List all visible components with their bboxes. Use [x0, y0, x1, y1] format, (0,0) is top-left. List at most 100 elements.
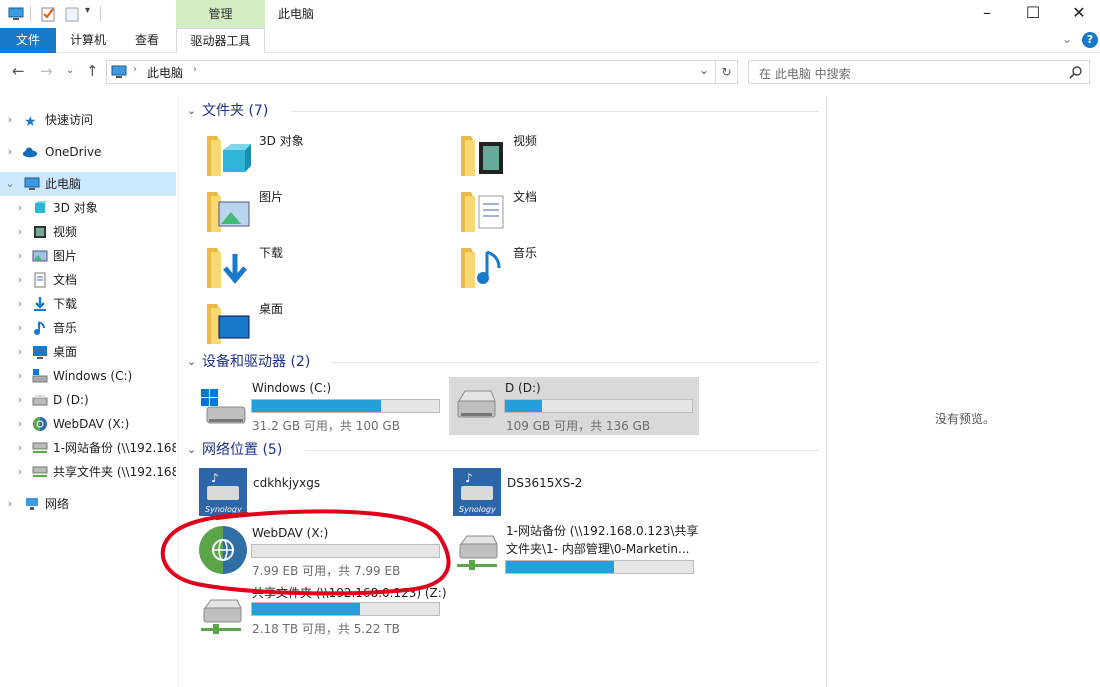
chevron-right-icon[interactable]: › [14, 268, 26, 292]
chevron-right-icon[interactable]: › [14, 388, 26, 412]
netloc-ds3615xs-2[interactable]: ♪ Synology DS3615XS-2 [453, 468, 693, 518]
drive-tile-c[interactable]: Windows (C:) 31.2 GB 可用，共 100 GB [197, 377, 447, 435]
drive-usage-bar [505, 560, 694, 574]
nav-item-pictures[interactable]: › 图片 [0, 244, 176, 268]
address-dropdown-icon[interactable]: ⌄ [699, 63, 709, 77]
nav-item-shared-folder[interactable]: › 共享文件夹 (\\192.168 [0, 460, 176, 484]
folder-desktop[interactable]: 桌面 [205, 298, 445, 348]
chevron-right-icon[interactable]: › [14, 316, 26, 340]
drive-usage-bar [251, 602, 440, 616]
netloc-website-backup[interactable]: 1-网站备份 (\\192.168.0.123\共享 文件夹\1- 内部管理\0… [453, 522, 703, 580]
nav-item-documents[interactable]: › 文档 [0, 268, 176, 292]
nav-item-videos[interactable]: › 视频 [0, 220, 176, 244]
nav-this-pc[interactable]: ⌄ 此电脑 [0, 172, 176, 196]
maximize-button[interactable]: ☐ [1010, 0, 1056, 28]
preview-pane: 没有预览。 [826, 96, 1100, 687]
synology-nas-icon: ♪ Synology [453, 468, 501, 516]
chevron-down-icon[interactable]: ⌄ [187, 104, 196, 117]
forward-button[interactable]: → [40, 62, 53, 80]
refresh-button[interactable]: ↻ [716, 60, 738, 84]
video-icon [479, 142, 503, 174]
nav-item-3d-objects[interactable]: › 3D 对象 [0, 196, 176, 220]
properties-icon[interactable] [40, 6, 56, 22]
minimize-button[interactable]: – [964, 0, 1010, 28]
drive-free-space: 109 GB 可用，共 136 GB [506, 419, 651, 433]
synology-logo-text: Synology [205, 505, 242, 514]
new-folder-icon[interactable] [64, 6, 80, 22]
help-icon[interactable]: ? [1082, 32, 1098, 48]
folder-videos[interactable]: 视频 [459, 130, 699, 180]
nav-item-d-drive[interactable]: › D (D:) [0, 388, 176, 412]
chevron-down-icon[interactable]: ⌄ [187, 443, 196, 456]
tab-drive-tools[interactable]: 驱动器工具 [176, 28, 265, 53]
nav-item-music[interactable]: › 音乐 [0, 316, 176, 340]
svg-text:♪: ♪ [211, 471, 219, 485]
breadcrumb-this-pc[interactable]: 此电脑 [147, 64, 183, 81]
search-icon[interactable] [1069, 65, 1083, 79]
recent-locations-icon[interactable]: ⌄ [66, 65, 74, 76]
drive-usage-bar [251, 544, 440, 558]
nav-item-webdav-x[interactable]: › WebDAV (X:) [0, 412, 176, 436]
network-drive-icon [32, 442, 48, 453]
group-header-devices[interactable]: ⌄ 设备和驱动器 (2) [187, 351, 819, 373]
navigation-pane: › ★ 快速访问 › OneDrive ⌄ 此电脑 › 3D 对象 › 视频 › 图片 › 文… [0, 96, 178, 687]
folder-pictures[interactable]: 图片 [205, 186, 445, 236]
nav-item-windows-c[interactable]: › Windows (C:) [0, 364, 176, 388]
chevron-right-icon[interactable]: › [14, 220, 26, 244]
chevron-right-icon[interactable]: › [4, 108, 16, 132]
back-button[interactable]: ← [12, 62, 25, 80]
context-tab-manage[interactable]: 管理 [176, 0, 265, 28]
up-button[interactable]: ↑ [86, 62, 99, 80]
nav-network[interactable]: › 网络 [0, 492, 176, 516]
breadcrumb-separator-icon[interactable]: › [193, 64, 197, 75]
search-input[interactable]: 在 此电脑 中搜索 [748, 60, 1090, 84]
chevron-right-icon[interactable]: › [14, 364, 26, 388]
chevron-down-icon[interactable]: ⌄ [4, 172, 16, 196]
chevron-right-icon[interactable]: › [14, 196, 26, 220]
chevron-right-icon[interactable]: › [14, 292, 26, 316]
tab-computer[interactable]: 计算机 [58, 28, 118, 53]
windows-drive-icon [201, 389, 246, 424]
group-header-folders[interactable]: ⌄ 文件夹 (7) [187, 100, 819, 122]
chevron-right-icon[interactable]: › [4, 140, 16, 164]
chevron-down-icon[interactable]: ⌄ [187, 355, 196, 368]
drive-name: D (D:) [505, 381, 541, 395]
drive-name: Windows (C:) [252, 381, 332, 395]
close-button[interactable]: ✕ [1056, 0, 1100, 28]
folder-downloads[interactable]: 下载 [205, 242, 445, 292]
preview-empty-text: 没有预览。 [935, 412, 996, 426]
chevron-right-icon[interactable]: › [14, 340, 26, 364]
tab-view[interactable]: 查看 [120, 28, 174, 53]
cloud-icon [22, 147, 38, 158]
group-header-network[interactable]: ⌄ 网络位置 (5) [187, 439, 819, 461]
nav-item-downloads[interactable]: › 下载 [0, 292, 176, 316]
drive-name-line2: 文件夹\1- 内部管理\0-Marketin... [506, 542, 690, 556]
folder-3d-objects[interactable]: 3D 对象 [205, 130, 445, 180]
customize-qat-icon[interactable]: ▾ [85, 5, 90, 16]
nav-item-website-backup[interactable]: › 1-网站备份 (\\192.168 [0, 436, 176, 460]
folder-music[interactable]: 音乐 [459, 242, 699, 292]
nav-onedrive[interactable]: › OneDrive [0, 140, 176, 164]
expand-ribbon-icon[interactable]: ⌄ [1062, 32, 1072, 46]
nav-item-desktop[interactable]: › 桌面 [0, 340, 176, 364]
address-bar[interactable]: › 此电脑 › ⌄ [106, 60, 716, 84]
breadcrumb-separator-icon[interactable]: › [133, 64, 137, 75]
chevron-right-icon[interactable]: › [14, 244, 26, 268]
netloc-cdkhkjyxgs[interactable]: ♪ Synology cdkhkjyxgs [199, 468, 439, 518]
synology-logo-text: Synology [459, 505, 496, 514]
chevron-right-icon[interactable]: › [14, 460, 26, 484]
netloc-webdav-x[interactable]: WebDAV (X:) 7.99 EB 可用，共 7.99 EB [197, 522, 447, 580]
tab-file[interactable]: 文件 [0, 28, 56, 53]
chevron-right-icon[interactable]: › [14, 436, 26, 460]
folder-name: 桌面 [259, 302, 284, 316]
drive-tile-d[interactable]: D (D:) 109 GB 可用，共 136 GB [449, 377, 699, 435]
music-icon [477, 250, 501, 284]
svg-text:♪: ♪ [465, 471, 473, 485]
chevron-right-icon[interactable]: › [4, 492, 16, 516]
chevron-right-icon[interactable]: › [14, 412, 26, 436]
title-bar: ▾ 管理 此电脑 – ☐ ✕ [0, 0, 1100, 28]
nav-quick-access[interactable]: › ★ 快速访问 [0, 108, 176, 132]
folder-documents[interactable]: 文档 [459, 186, 699, 236]
netloc-shared-folder-z[interactable]: 共享文件夹 (\\192.168.0.123) (Z:) 2.18 TB 可用，… [197, 584, 447, 642]
drive-usage-fill [252, 400, 382, 412]
